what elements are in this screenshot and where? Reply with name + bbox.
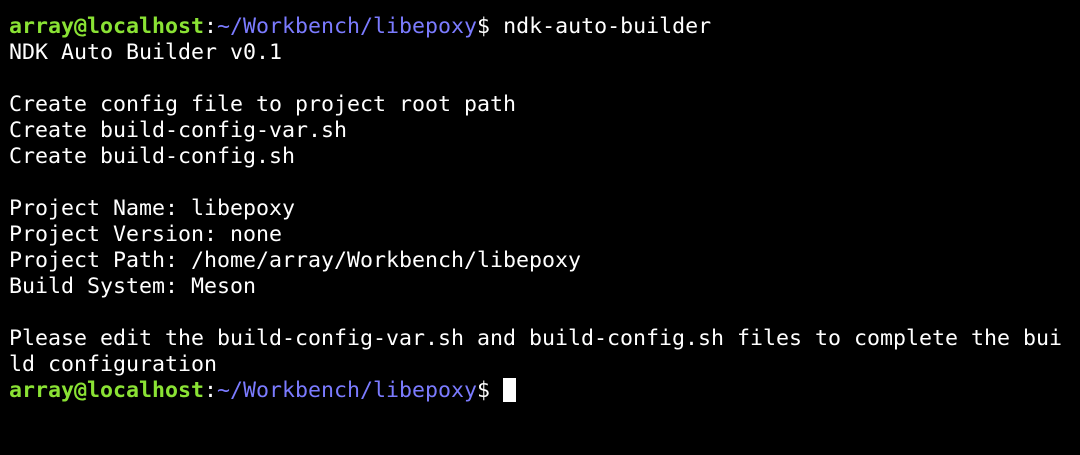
output-line: Project Name: libepoxy [9,196,296,221]
command-text: ndk-auto-builder [490,14,712,39]
prompt-user-host: array@localhost [9,14,205,39]
text-cursor[interactable] [503,378,517,402]
output-line: Build System: Meson [9,274,257,299]
terminal-window[interactable]: array@localhost:~/Workbench/libepoxy$ nd… [0,0,1080,455]
output-line: Project Version: none [9,222,283,247]
prompt-line-command: array@localhost:~/Workbench/libepoxy$ nd… [9,14,1080,40]
prompt-separator: : [204,14,218,39]
output-line: Project Path: /home/array/Workbench/libe… [9,248,582,273]
prompt-separator: : [204,378,218,403]
output-line: Create config file to project root path [9,92,517,117]
prompt-path: ~/Workbench/libepoxy [217,378,478,403]
prompt-symbol: $ [477,378,491,403]
prompt-user-host: array@localhost [9,378,205,403]
output-line: NDK Auto Builder v0.1 [9,40,283,65]
output-line: Create build-config-var.sh [9,118,348,143]
output-line: ld configuration [9,352,218,377]
output-line: Create build-config.sh [9,144,296,169]
prompt-path: ~/Workbench/libepoxy [217,14,478,39]
output-line: Please edit the build-config-var.sh and … [9,326,1063,351]
prompt-symbol: $ [477,14,491,39]
prompt-line-active[interactable]: array@localhost:~/Workbench/libepoxy$ [9,378,1080,404]
